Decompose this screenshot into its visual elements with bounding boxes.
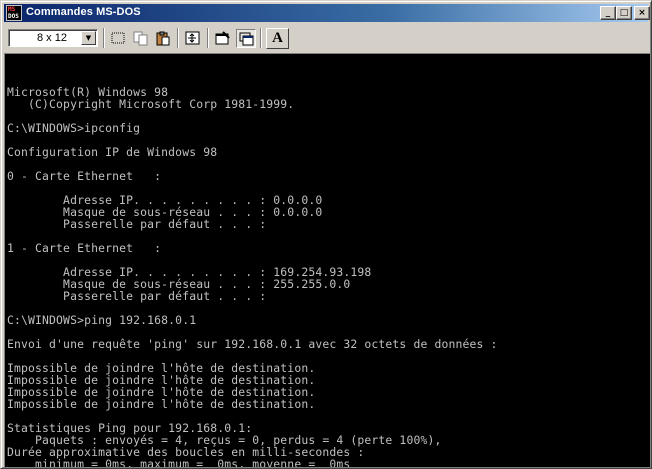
toolbar-separator	[207, 28, 209, 48]
fullscreen-icon	[185, 31, 200, 45]
copy-icon	[133, 31, 148, 46]
properties-icon	[215, 31, 230, 45]
paste-button[interactable]	[153, 29, 173, 48]
chevron-down-icon[interactable]: ▼	[81, 31, 96, 45]
toolbar-separator	[103, 28, 105, 48]
console-line: Configuration IP de Windows 98	[7, 145, 218, 159]
window-title: Commandes MS-DOS	[26, 6, 141, 18]
title-bar[interactable]: MS DOS Commandes MS-DOS _ □ ×	[4, 4, 650, 22]
console-line: 1 - Carte Ethernet :	[7, 241, 162, 255]
console-text: Microsoft(R) Windows 98 (C)Copyright Mic…	[7, 74, 498, 467]
console-line: minimum = 0ms, maximum = 0ms, moyenne = …	[7, 457, 351, 467]
toolbar: 8 x 12 ▼ A	[4, 24, 648, 52]
console-line: 0 - Carte Ethernet :	[7, 169, 162, 183]
console-line: C:\WINDOWS>ipconfig	[7, 121, 141, 135]
toolbar-separator	[177, 28, 179, 48]
maximize-button[interactable]: □	[616, 6, 632, 20]
mark-icon	[111, 32, 125, 44]
mark-button[interactable]	[108, 29, 128, 48]
font-button[interactable]: A	[266, 28, 289, 49]
font-size-select[interactable]: 8 x 12 ▼	[8, 29, 98, 47]
background-button[interactable]	[236, 29, 256, 48]
minimize-button[interactable]: _	[600, 6, 616, 20]
copy-button[interactable]	[131, 29, 151, 48]
font-size-value: 8 x 12	[37, 32, 67, 44]
console-line: Envoi d'une requête 'ping' sur 192.168.0…	[7, 337, 498, 351]
msdos-icon[interactable]: MS DOS	[6, 5, 22, 21]
console-line: Impossible de joindre l'hôte de destinat…	[7, 397, 316, 411]
minimize-icon: _	[605, 8, 611, 18]
console-line: C:\WINDOWS>ping 192.168.0.1	[7, 313, 197, 327]
background-icon	[239, 32, 254, 46]
properties-button[interactable]	[213, 29, 233, 48]
close-button[interactable]: ×	[634, 6, 650, 20]
fullscreen-button[interactable]	[183, 29, 203, 48]
toolbar-separator	[260, 28, 262, 48]
close-icon: ×	[638, 8, 646, 18]
console-line: Passerelle par défaut . . . :	[7, 217, 267, 231]
maximize-icon: □	[619, 8, 629, 18]
console-output[interactable]: Microsoft(R) Windows 98 (C)Copyright Mic…	[4, 53, 650, 467]
console-line: Passerelle par défaut . . . :	[7, 289, 267, 303]
msdos-window: MS DOS Commandes MS-DOS _ □ × 8 x 12 ▼ A…	[0, 0, 652, 469]
paste-icon	[156, 31, 170, 46]
console-line: (C)Copyright Microsoft Corp 1981-1999.	[7, 97, 295, 111]
